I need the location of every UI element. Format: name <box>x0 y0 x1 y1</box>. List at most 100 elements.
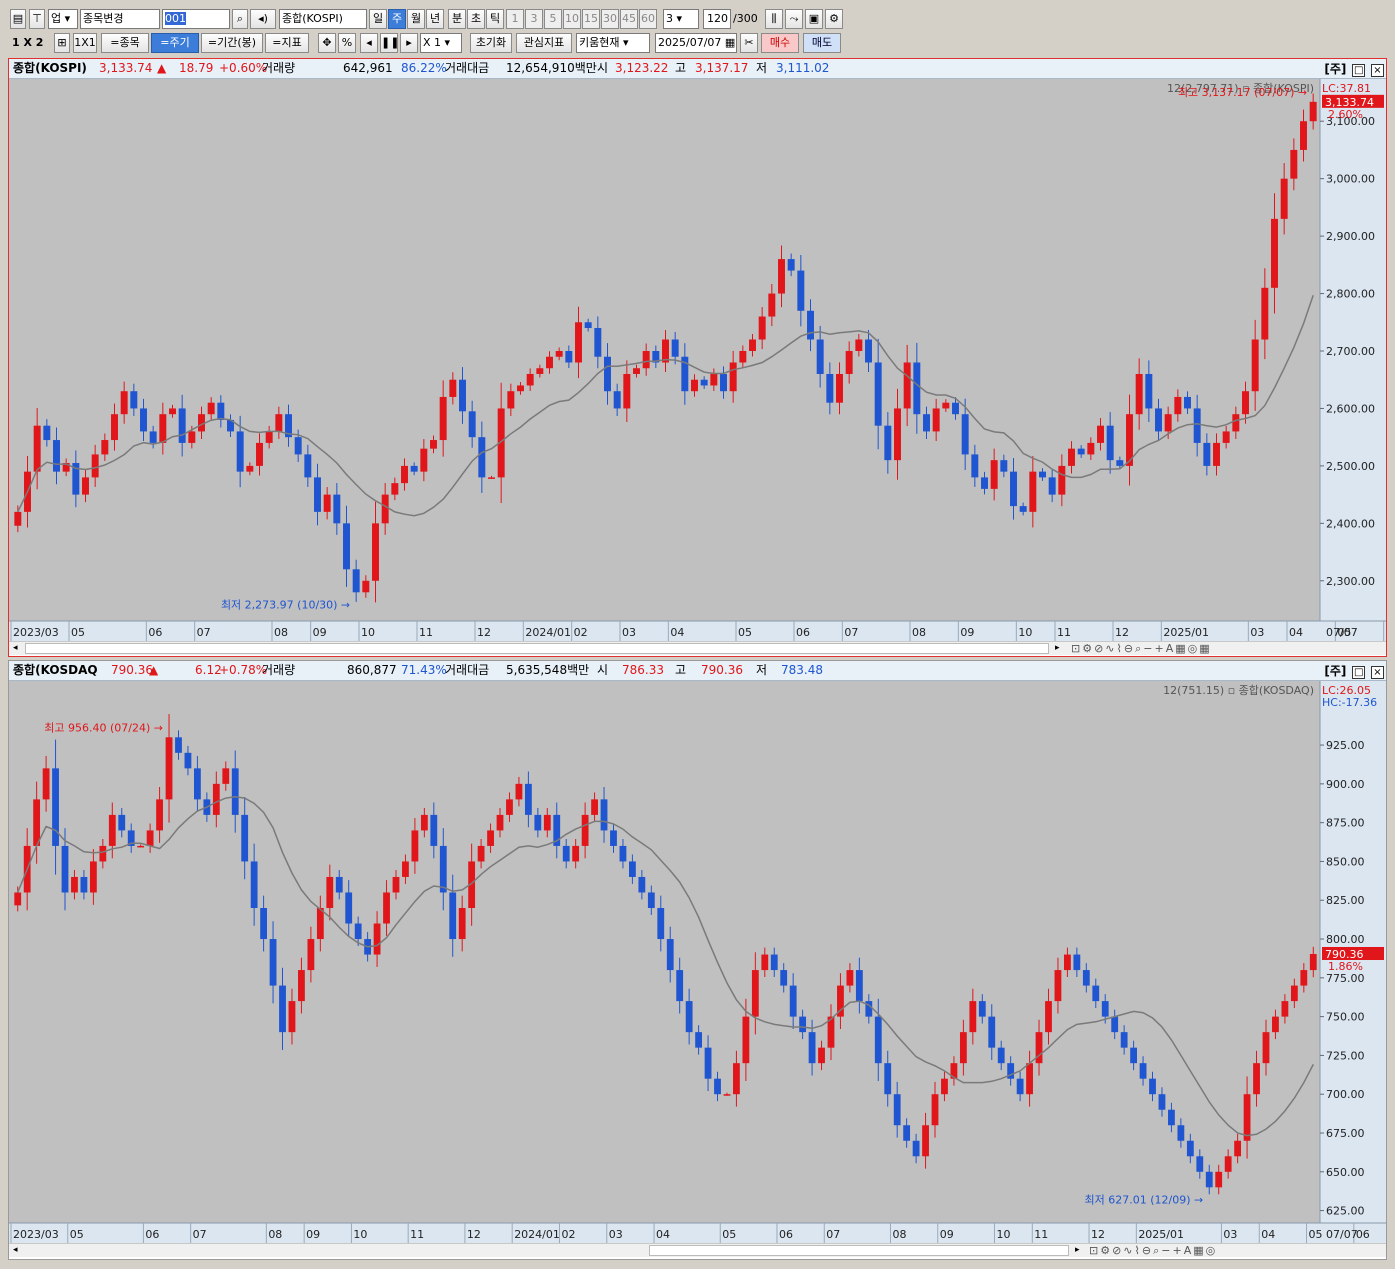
candle-body <box>430 440 437 449</box>
search-icon[interactable]: ⌕ <box>232 9 248 29</box>
candle-body <box>623 373 631 409</box>
grid-icon[interactable]: ⊞ <box>54 33 70 53</box>
indicator-sync-button[interactable]: =지표 <box>265 33 309 53</box>
pause-icon[interactable]: ❚❚ <box>380 33 398 53</box>
candle-body <box>33 425 41 472</box>
code-input[interactable]: 001 <box>162 9 230 29</box>
interval-button[interactable]: 3 <box>525 9 543 29</box>
candle-body <box>477 845 485 862</box>
reset-button[interactable]: 초기화 <box>470 33 512 53</box>
max-annotation: 최고 956.40 (07/24) → <box>44 721 163 734</box>
candle-body <box>1271 218 1278 288</box>
kospi-chart[interactable]: 2,300.00 2,400.00 2,500.00 2,600.00 2,700.00… <box>9 79 1386 641</box>
interval-button[interactable]: 30 <box>601 9 619 29</box>
x-tick-label: 09 <box>940 1228 954 1241</box>
kospi-scrollbar[interactable]: ◂ ▸ ⊡⚙⊘∿⌇⊖⌕−+A▦◎▦ <box>9 641 1386 655</box>
save-icon[interactable]: ▣ <box>805 9 823 29</box>
y-tick-label: 750.00 <box>1326 1011 1365 1024</box>
candle-body <box>710 373 718 386</box>
candle-body <box>140 408 147 432</box>
candle-body <box>1300 970 1308 986</box>
x-tick-label: 2023/03 <box>13 626 59 639</box>
period-button[interactable]: 년 <box>426 9 444 29</box>
pin-icon[interactable]: ⊤ <box>29 9 45 29</box>
chart-tools-icons[interactable]: ⊡⚙⊘∿⌇⊖⌕−+A▦◎▦ <box>1071 642 1212 656</box>
candle-body <box>1058 465 1066 495</box>
index-name-field[interactable]: 종합(KOSPI) <box>279 9 367 29</box>
kosdaq-chart-panel[interactable]: 종합(KOSDAQ 790.36 ▲ 6.12 +0.78% 거래량 860,8… <box>8 660 1387 1260</box>
stock-sync-button[interactable]: =종목 <box>101 33 149 53</box>
line-icon[interactable]: ⤳ <box>785 9 803 29</box>
interval-button[interactable]: 10 <box>563 9 581 29</box>
move-icon[interactable]: ✥ <box>318 33 336 53</box>
candle-body <box>420 448 428 472</box>
candle-body <box>1145 373 1153 409</box>
speaker-icon[interactable]: ◂) <box>250 9 276 29</box>
percent-button[interactable]: % <box>338 33 356 53</box>
prev-icon[interactable]: ◂ <box>360 33 378 53</box>
kosdaq-chart[interactable]: 625.00 650.00 675.00 700.00 725.00 750.00 775.… <box>9 681 1386 1243</box>
scissors-icon[interactable]: ✂ <box>740 33 758 53</box>
x-tick-label: 08 <box>268 1228 282 1241</box>
close-icon[interactable]: × <box>1371 64 1384 77</box>
period-button[interactable]: 월 <box>407 9 425 29</box>
candle-body <box>1097 425 1104 443</box>
candle-body <box>118 814 126 831</box>
y-tick-label: 2,700.00 <box>1326 345 1375 358</box>
kosdaq-low: 783.48 <box>781 663 823 677</box>
interval-button[interactable]: 60 <box>639 9 657 29</box>
maximize-icon[interactable]: □ <box>1352 666 1366 679</box>
candle-body <box>1077 448 1085 455</box>
scroll-left-icon[interactable]: ◂ <box>13 1245 18 1255</box>
interval-button[interactable]: 45 <box>620 9 638 29</box>
window-menu-icon[interactable]: ▤ <box>10 9 26 29</box>
period-button[interactable]: 틱 <box>486 9 504 29</box>
candle-body <box>343 523 350 570</box>
multiplier-select[interactable]: X 1 ▾ <box>420 33 462 53</box>
kosdaq-scroll-thumb[interactable] <box>649 1245 1069 1256</box>
kospi-scroll-thumb[interactable] <box>25 643 1049 654</box>
kosdaq-scrollbar[interactable]: ◂ ▸ ⊡⚙⊘∿⌇⊖⌕−+A▦◎ <box>9 1243 1386 1257</box>
kiwoom-current-select[interactable]: 키움현재 ▾ <box>576 33 650 53</box>
scroll-right-icon[interactable]: ▸ <box>1055 643 1060 653</box>
scroll-left-icon[interactable]: ◂ <box>13 643 18 653</box>
range-sync-button[interactable]: =기간(봉) <box>201 33 263 53</box>
period-button[interactable]: 분 <box>448 9 466 29</box>
buy-button[interactable]: 매수 <box>761 33 799 53</box>
period-button[interactable]: 초 <box>467 9 485 29</box>
kospi-chart-panel[interactable]: 종합(KOSPI) 3,133.74 ▲ 18.79 +0.60% 거래량 64… <box>8 58 1387 657</box>
candle-body <box>1082 970 1090 986</box>
maximize-icon[interactable]: □ <box>1352 64 1366 77</box>
candle-body <box>874 362 882 426</box>
x-tick-label: 2024/01 <box>525 626 571 639</box>
candle-body <box>575 322 582 363</box>
interval-button[interactable]: 1 <box>506 9 524 29</box>
period-sync-button[interactable]: =주기 <box>151 33 199 53</box>
market-select[interactable]: 업 ▾ <box>48 9 78 29</box>
candle-body <box>449 892 457 940</box>
scroll-right-icon[interactable]: ▸ <box>1075 1245 1080 1255</box>
watch-indicator-button[interactable]: 관심지표 <box>516 33 572 53</box>
kosdaq-volume: 860,877 <box>347 663 397 677</box>
chart-tools-icons[interactable]: ⊡⚙⊘∿⌇⊖⌕−+A▦◎ <box>1089 1244 1217 1258</box>
count-input[interactable]: 120 <box>703 9 731 29</box>
change-stock-select[interactable]: 종목변경 <box>80 9 160 29</box>
kospi-volume: 642,961 <box>343 61 393 75</box>
layout-1x1-button[interactable]: 1X1 <box>73 33 97 53</box>
candle-body <box>931 1094 939 1126</box>
candle-icon[interactable]: ⫼ <box>765 9 783 29</box>
gear-icon[interactable]: ⚙ <box>825 9 843 29</box>
candle-body <box>236 431 244 472</box>
interval-button[interactable]: 15 <box>582 9 600 29</box>
date-input[interactable]: 2025/07/07 ▦ <box>655 33 737 53</box>
candle-body <box>797 270 805 311</box>
sell-button[interactable]: 매도 <box>803 33 841 53</box>
period-button[interactable]: 일 <box>369 9 387 29</box>
interval-button[interactable]: 5 <box>544 9 562 29</box>
candle-body <box>345 892 353 924</box>
period-button[interactable]: 주 <box>388 9 406 29</box>
close-icon[interactable]: × <box>1371 666 1384 679</box>
candle-body <box>1010 471 1017 507</box>
next-icon[interactable]: ▸ <box>400 33 418 53</box>
interval-input[interactable]: 3 ▾ <box>663 9 699 29</box>
